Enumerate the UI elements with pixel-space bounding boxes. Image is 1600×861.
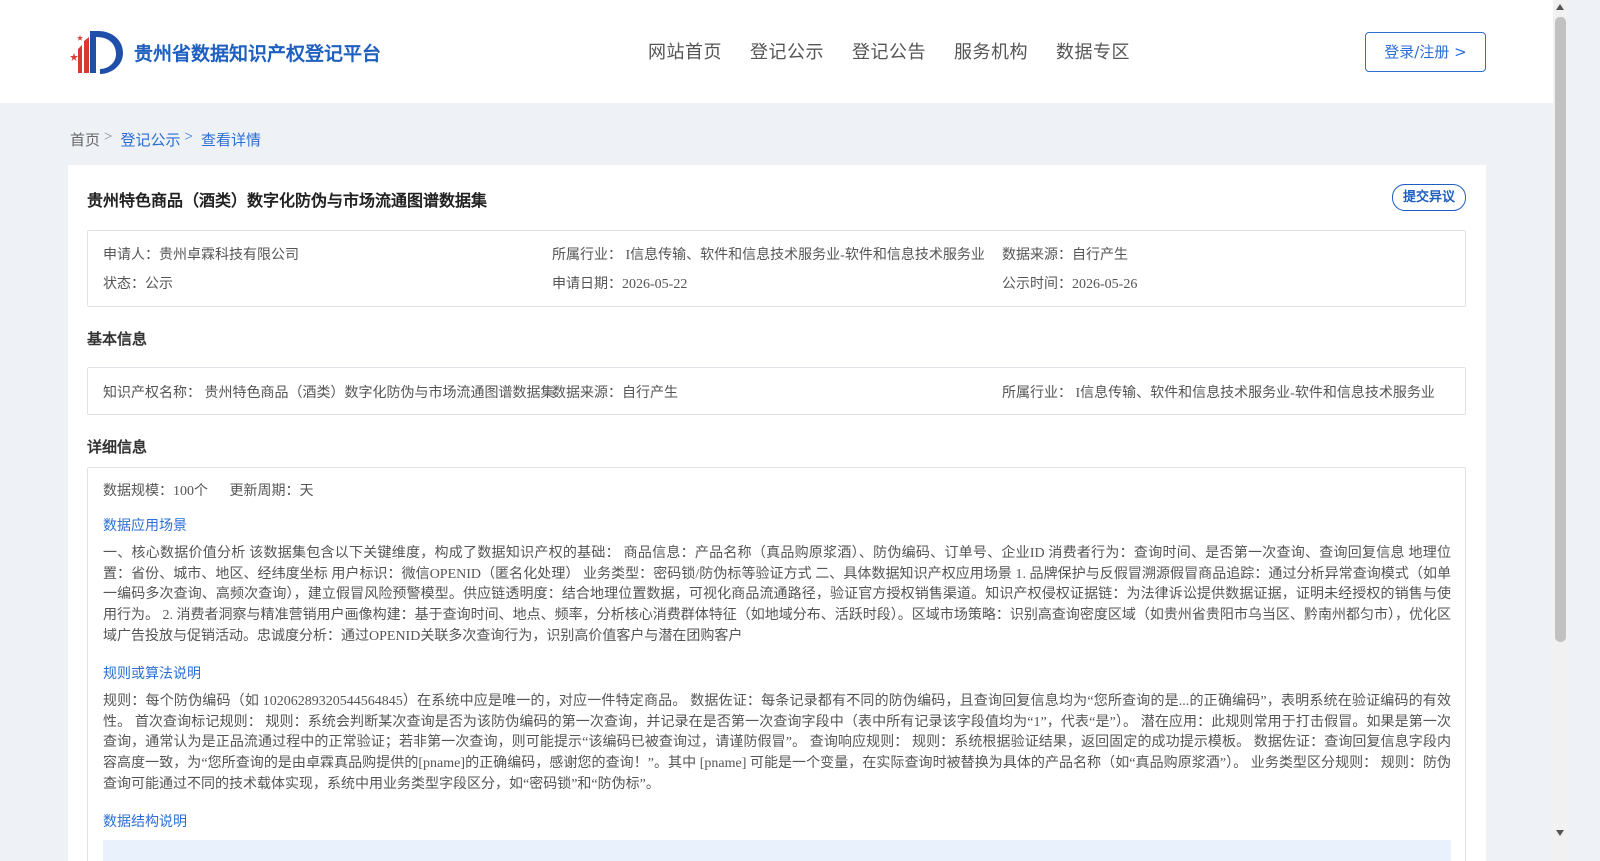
detail-info-box: 数据规模：100个 更新周期：天 数据应用场景 一、核心数据价值分析 该数据集包…	[87, 467, 1466, 861]
scale-cycle-row: 数据规模：100个 更新周期：天	[103, 480, 332, 500]
rules-heading: 规则或算法说明	[103, 667, 201, 682]
breadcrumb-home[interactable]: 首页	[70, 129, 100, 150]
structure-table-header	[103, 840, 1451, 861]
page-scrollbar[interactable]	[1553, 0, 1568, 861]
summary-box: 申请人：贵州卓霖科技有限公司 所属行业： I信息传输、软件和信息技术服务业-软件…	[87, 230, 1466, 307]
scrollbar-thumb[interactable]	[1555, 17, 1566, 642]
nav-home[interactable]: 网站首页	[648, 38, 722, 64]
nav-registration-publicity[interactable]: 登记公示	[750, 38, 824, 64]
status-field: 状态：公示	[103, 277, 173, 292]
ip-name-field: 知识产权名称： 贵州特色商品（酒类）数字化防伪与市场流通图谱数据集	[103, 386, 555, 401]
nav-registration-announcement[interactable]: 登记公告	[852, 38, 926, 64]
page-title: 贵州特色商品（酒类）数字化防伪与市场流通图谱数据集	[87, 191, 488, 210]
structure-heading: 数据结构说明	[103, 815, 187, 830]
scroll-up-arrow-icon[interactable]	[1556, 4, 1564, 10]
submit-objection-button[interactable]: 提交异议	[1392, 184, 1466, 211]
main-nav: 网站首页 登记公示 登记公告 服务机构 数据专区	[648, 38, 1158, 64]
industry-field: 所属行业： I信息传输、软件和信息技术服务业-软件和信息技术服务业	[552, 248, 985, 263]
nav-data-zone[interactable]: 数据专区	[1056, 38, 1130, 64]
detail-info-heading: 详细信息	[87, 438, 148, 456]
applicant-field: 申请人：贵州卓霖科技有限公司	[103, 248, 299, 263]
rules-text: 规则：每个防伪编码（如 10206289320544564845）在系统中应是唯…	[103, 694, 1451, 792]
detail-card: 贵州特色商品（酒类）数字化防伪与市场流通图谱数据集 提交异议 申请人：贵州卓霖科…	[68, 165, 1486, 861]
site-title: 贵州省数据知识产权登记平台	[134, 42, 382, 65]
logo-emblem-icon	[70, 31, 123, 74]
breadcrumb-view-detail[interactable]: 查看详情	[201, 129, 261, 150]
nav-service-agencies[interactable]: 服务机构	[954, 38, 1028, 64]
basic-info-heading: 基本信息	[87, 330, 148, 348]
update-cycle: 更新周期：天	[229, 484, 314, 499]
site-logo[interactable]: 贵州省数据知识产权登记平台	[70, 27, 381, 77]
data-scale: 数据规模：100个	[103, 484, 208, 499]
apply-date-field: 申请日期：2026-05-22	[552, 277, 688, 292]
breadcrumb-registration-publicity[interactable]: 登记公示	[120, 129, 180, 150]
basic-info-box: 知识产权名称： 贵州特色商品（酒类）数字化防伪与市场流通图谱数据集 数据来源：自…	[87, 367, 1466, 415]
breadcrumb: 首页 > 登记公示 > 查看详情	[70, 129, 261, 150]
login-register-button[interactable]: 登录/注册 >	[1365, 32, 1486, 72]
breadcrumb-separator: >	[184, 129, 193, 145]
scenario-text: 一、核心数据价值分析 该数据集包含以下关键维度，构成了数据知识产权的基础： 商品…	[103, 546, 1451, 644]
scenario-heading: 数据应用场景	[103, 519, 187, 534]
scroll-down-arrow-icon[interactable]	[1556, 830, 1564, 836]
basic-industry-field: 所属行业： I信息传输、软件和信息技术服务业-软件和信息技术服务业	[1002, 386, 1435, 401]
data-source-field: 数据来源：自行产生	[1002, 248, 1128, 263]
basic-data-source-field: 数据来源：自行产生	[552, 386, 678, 401]
site-header: 贵州省数据知识产权登记平台 网站首页 登记公示 登记公告 服务机构 数据专区 登…	[0, 0, 1568, 103]
publish-time-field: 公示时间：2026-05-26	[1002, 277, 1138, 292]
breadcrumb-separator: >	[104, 129, 113, 145]
